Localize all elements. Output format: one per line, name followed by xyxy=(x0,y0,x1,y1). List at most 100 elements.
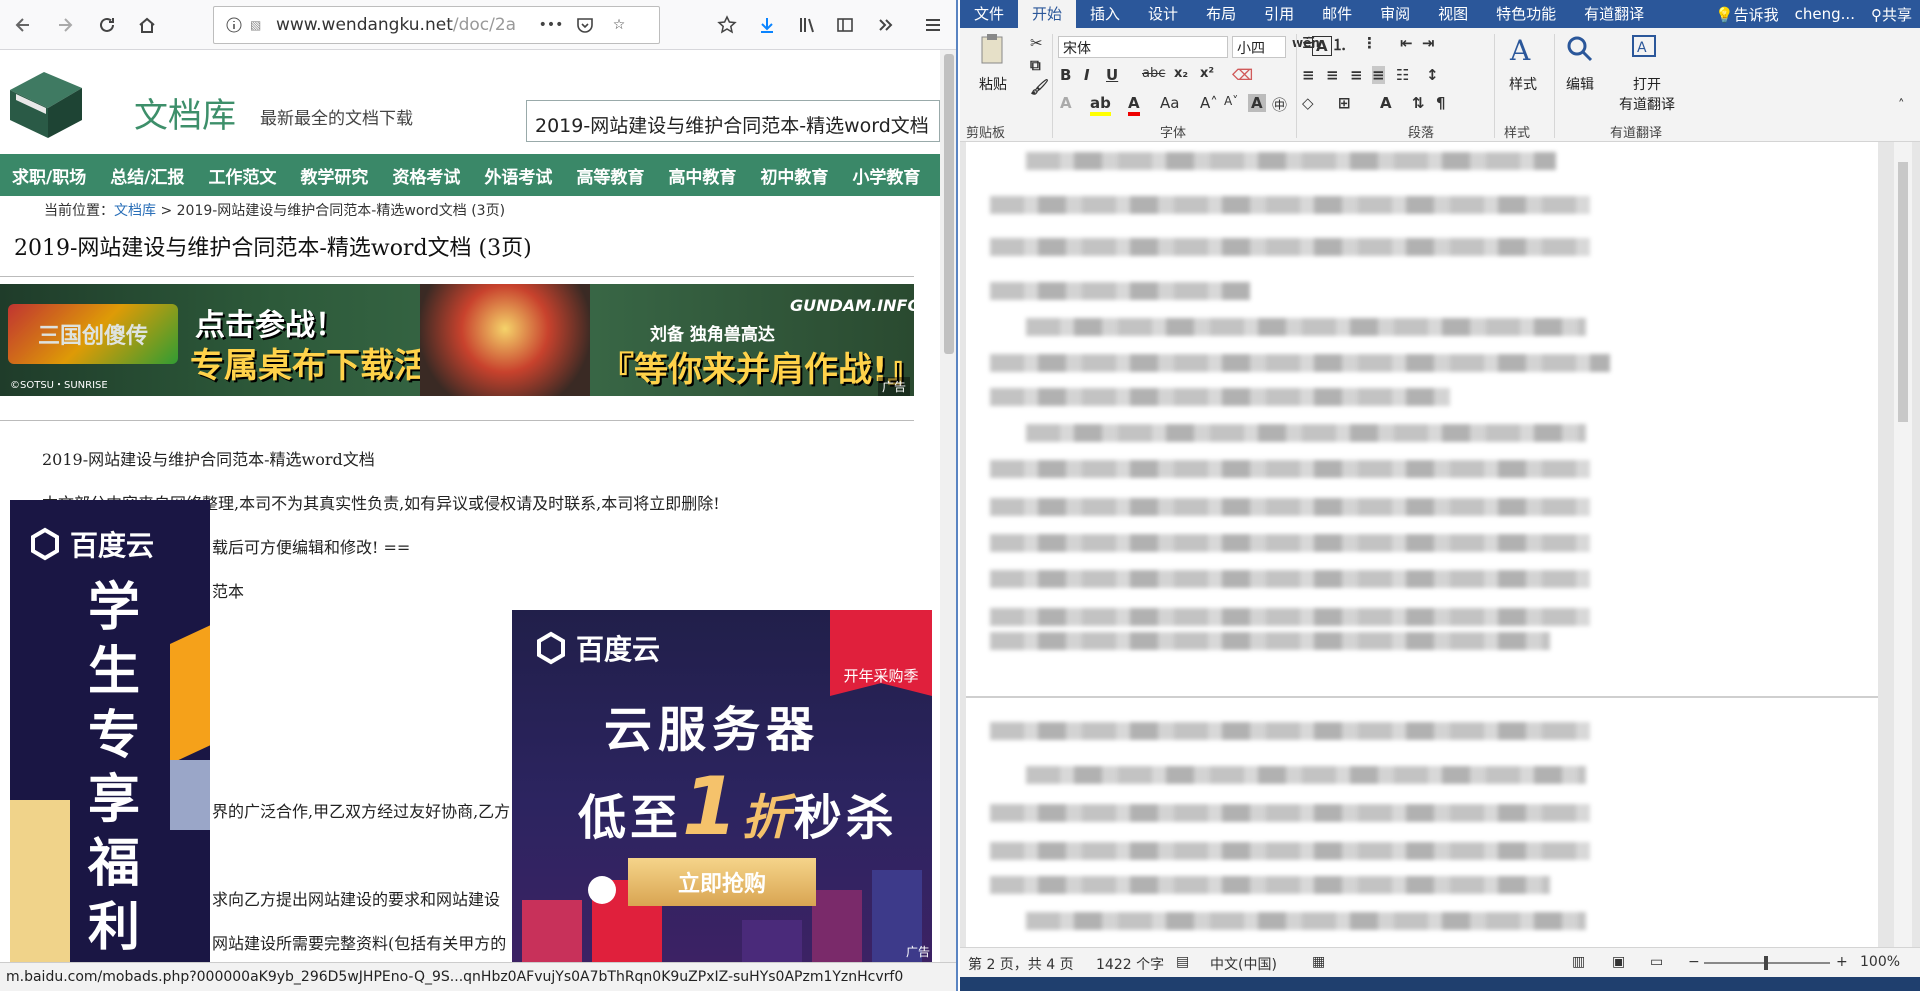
info-icon[interactable] xyxy=(222,17,246,33)
document-scrollbar[interactable] xyxy=(1894,142,1912,947)
nav-item[interactable]: 外语考试 xyxy=(472,163,564,188)
web-layout-icon[interactable]: ▭ xyxy=(1650,954,1663,970)
zoom-slider-thumb[interactable] xyxy=(1764,956,1768,970)
superscript-icon[interactable]: x² xyxy=(1200,66,1214,81)
nav-item[interactable]: 小学教育 xyxy=(840,163,932,188)
tab-features[interactable]: 特色功能 xyxy=(1482,0,1570,28)
nav-item[interactable]: 教学研究 xyxy=(288,163,380,188)
shrink-font-icon[interactable]: A˅ xyxy=(1224,94,1238,108)
underline-icon[interactable]: U xyxy=(1106,66,1118,84)
download-icon[interactable] xyxy=(750,8,784,42)
pocket-icon[interactable] xyxy=(568,16,602,34)
nav-item[interactable]: 总结/汇报 xyxy=(98,163,196,188)
baidu-cloud-ad-left[interactable]: 百度云 学生专享福利 xyxy=(10,500,210,962)
format-painter-icon[interactable]: 🖌 xyxy=(1030,78,1049,96)
baidu-cloud-ad-right[interactable]: 百度云 开年采购季 云服务器 低至1折秒杀 立即抢购 广告 xyxy=(512,610,932,962)
macro-icon[interactable]: ▦ xyxy=(1312,954,1325,970)
tell-me[interactable]: 💡告诉我 xyxy=(1715,4,1779,25)
tab-review[interactable]: 审阅 xyxy=(1366,0,1424,28)
tab-layout[interactable]: 布局 xyxy=(1192,0,1250,28)
cut-icon[interactable]: ✂ xyxy=(1030,34,1043,52)
bold-icon[interactable]: B xyxy=(1060,66,1071,84)
sort-icon[interactable]: ⇅ xyxy=(1412,94,1425,112)
shading-icon[interactable]: ◇ xyxy=(1302,94,1314,112)
numbering-icon[interactable]: ⒈ xyxy=(1332,34,1347,55)
back-icon[interactable] xyxy=(6,8,40,42)
overflow-chevron-icon[interactable] xyxy=(868,8,902,42)
tab-youdao[interactable]: 有道翻译 xyxy=(1570,0,1658,28)
line-spacing-icon[interactable]: ↕ xyxy=(1426,66,1439,84)
forward-icon[interactable] xyxy=(48,8,82,42)
reload-icon[interactable] xyxy=(90,8,124,42)
nav-item[interactable]: 工作范文 xyxy=(196,163,288,188)
copy-icon[interactable]: ⧉ xyxy=(1030,56,1041,74)
home-icon[interactable] xyxy=(130,8,164,42)
font-color-icon[interactable]: A xyxy=(1128,94,1140,116)
library-icon[interactable] xyxy=(790,8,824,42)
document-area[interactable] xyxy=(960,142,1920,947)
enclose-char-icon[interactable]: ㊥ xyxy=(1272,94,1287,115)
clear-format-icon[interactable]: ⌫ xyxy=(1232,66,1253,84)
multilevel-list-icon[interactable]: ⋮ xyxy=(1362,34,1377,52)
align-right-icon[interactable]: ≡ xyxy=(1350,66,1363,84)
distributed-icon[interactable]: ☷ xyxy=(1396,66,1409,84)
tab-references[interactable]: 引用 xyxy=(1250,0,1308,28)
align-center-icon[interactable]: ≡ xyxy=(1326,66,1339,84)
tab-home[interactable]: 开始 xyxy=(1018,0,1077,28)
url-bar[interactable]: ▧ www.wendangku.net/doc/2a ••• ☆ xyxy=(213,6,660,44)
nav-item[interactable]: 资格考试 xyxy=(380,163,472,188)
paste-button[interactable]: 粘贴 xyxy=(968,32,1018,94)
sidebar-icon[interactable] xyxy=(828,8,862,42)
asian-layout-icon[interactable]: A xyxy=(1380,94,1392,112)
nav-item[interactable]: 高等教育 xyxy=(564,163,656,188)
user-name[interactable]: cheng... xyxy=(1795,5,1855,23)
nav-item[interactable]: 求职/职场 xyxy=(0,163,98,188)
bullets-icon[interactable]: ☰ xyxy=(1302,34,1315,52)
highlight-icon[interactable]: ab xyxy=(1090,94,1111,116)
decrease-indent-icon[interactable]: ⇤ xyxy=(1400,34,1413,52)
zoom-out-icon[interactable]: − xyxy=(1688,954,1700,970)
nav-item[interactable]: 初中教育 xyxy=(748,163,840,188)
breadcrumb-link[interactable]: 文档库 xyxy=(114,203,156,219)
edit-button[interactable]: 编辑 xyxy=(1558,32,1602,94)
url-text[interactable]: www.wendangku.net/doc/2a xyxy=(276,15,534,35)
change-case-icon[interactable]: Aa xyxy=(1160,94,1179,112)
zoom-in-icon[interactable]: + xyxy=(1836,954,1848,970)
strikethrough-icon[interactable]: abc xyxy=(1142,66,1165,81)
document-page[interactable] xyxy=(966,142,1878,947)
menu-icon[interactable] xyxy=(916,8,950,42)
italic-icon[interactable]: I xyxy=(1084,66,1090,84)
bookmark-star-icon[interactable]: ☆ xyxy=(602,17,636,33)
proofing-icon[interactable]: ▤ xyxy=(1176,954,1189,970)
language[interactable]: 中文(中国) xyxy=(1210,954,1277,974)
gundam-banner-ad[interactable]: 三国创傻传 点击参战！ 专属桌布下载活动 GUNDAM.INFO 刘备 独角兽高… xyxy=(0,284,914,396)
tab-insert[interactable]: 插入 xyxy=(1076,0,1134,28)
styles-button[interactable]: A 样式 xyxy=(1498,32,1548,94)
page-count[interactable]: 第 2 页，共 4 页 xyxy=(968,954,1074,974)
justify-icon[interactable]: ≡ xyxy=(1372,66,1385,84)
nav-item[interactable]: 高中教育 xyxy=(656,163,748,188)
tab-design[interactable]: 设计 xyxy=(1134,0,1192,28)
scrollbar-thumb[interactable] xyxy=(944,54,954,354)
print-layout-icon[interactable]: ▣ xyxy=(1612,954,1625,970)
char-shading-icon[interactable]: A xyxy=(1248,94,1266,112)
scrollbar-thumb[interactable] xyxy=(1898,162,1908,422)
site-name[interactable]: 文档库 xyxy=(134,88,236,137)
text-effects-icon[interactable]: A xyxy=(1060,94,1072,112)
word-count[interactable]: 1422 个字 xyxy=(1096,954,1164,974)
site-logo-icon[interactable] xyxy=(2,64,92,144)
font-name-select[interactable]: 宋体 xyxy=(1058,36,1228,58)
reader-bookmark-icon[interactable] xyxy=(710,8,744,42)
subscript-icon[interactable]: x₂ xyxy=(1174,66,1188,81)
tab-mailings[interactable]: 邮件 xyxy=(1308,0,1366,28)
align-left-icon[interactable]: ≡ xyxy=(1302,66,1315,84)
show-marks-icon[interactable]: ¶ xyxy=(1436,94,1446,112)
font-size-select[interactable]: 小四 xyxy=(1232,36,1286,58)
borders-icon[interactable]: ⊞ xyxy=(1338,94,1351,112)
ad-cta-button[interactable]: 立即抢购 xyxy=(628,858,816,906)
page-scrollbar[interactable] xyxy=(940,50,956,962)
page-actions-icon[interactable]: ••• xyxy=(534,17,568,33)
increase-indent-icon[interactable]: ⇥ xyxy=(1422,34,1435,52)
tab-file[interactable]: 文件 xyxy=(960,0,1018,28)
site-search-input[interactable]: 2019-网站建设与维护合同范本-精选word文档 xyxy=(526,100,940,142)
